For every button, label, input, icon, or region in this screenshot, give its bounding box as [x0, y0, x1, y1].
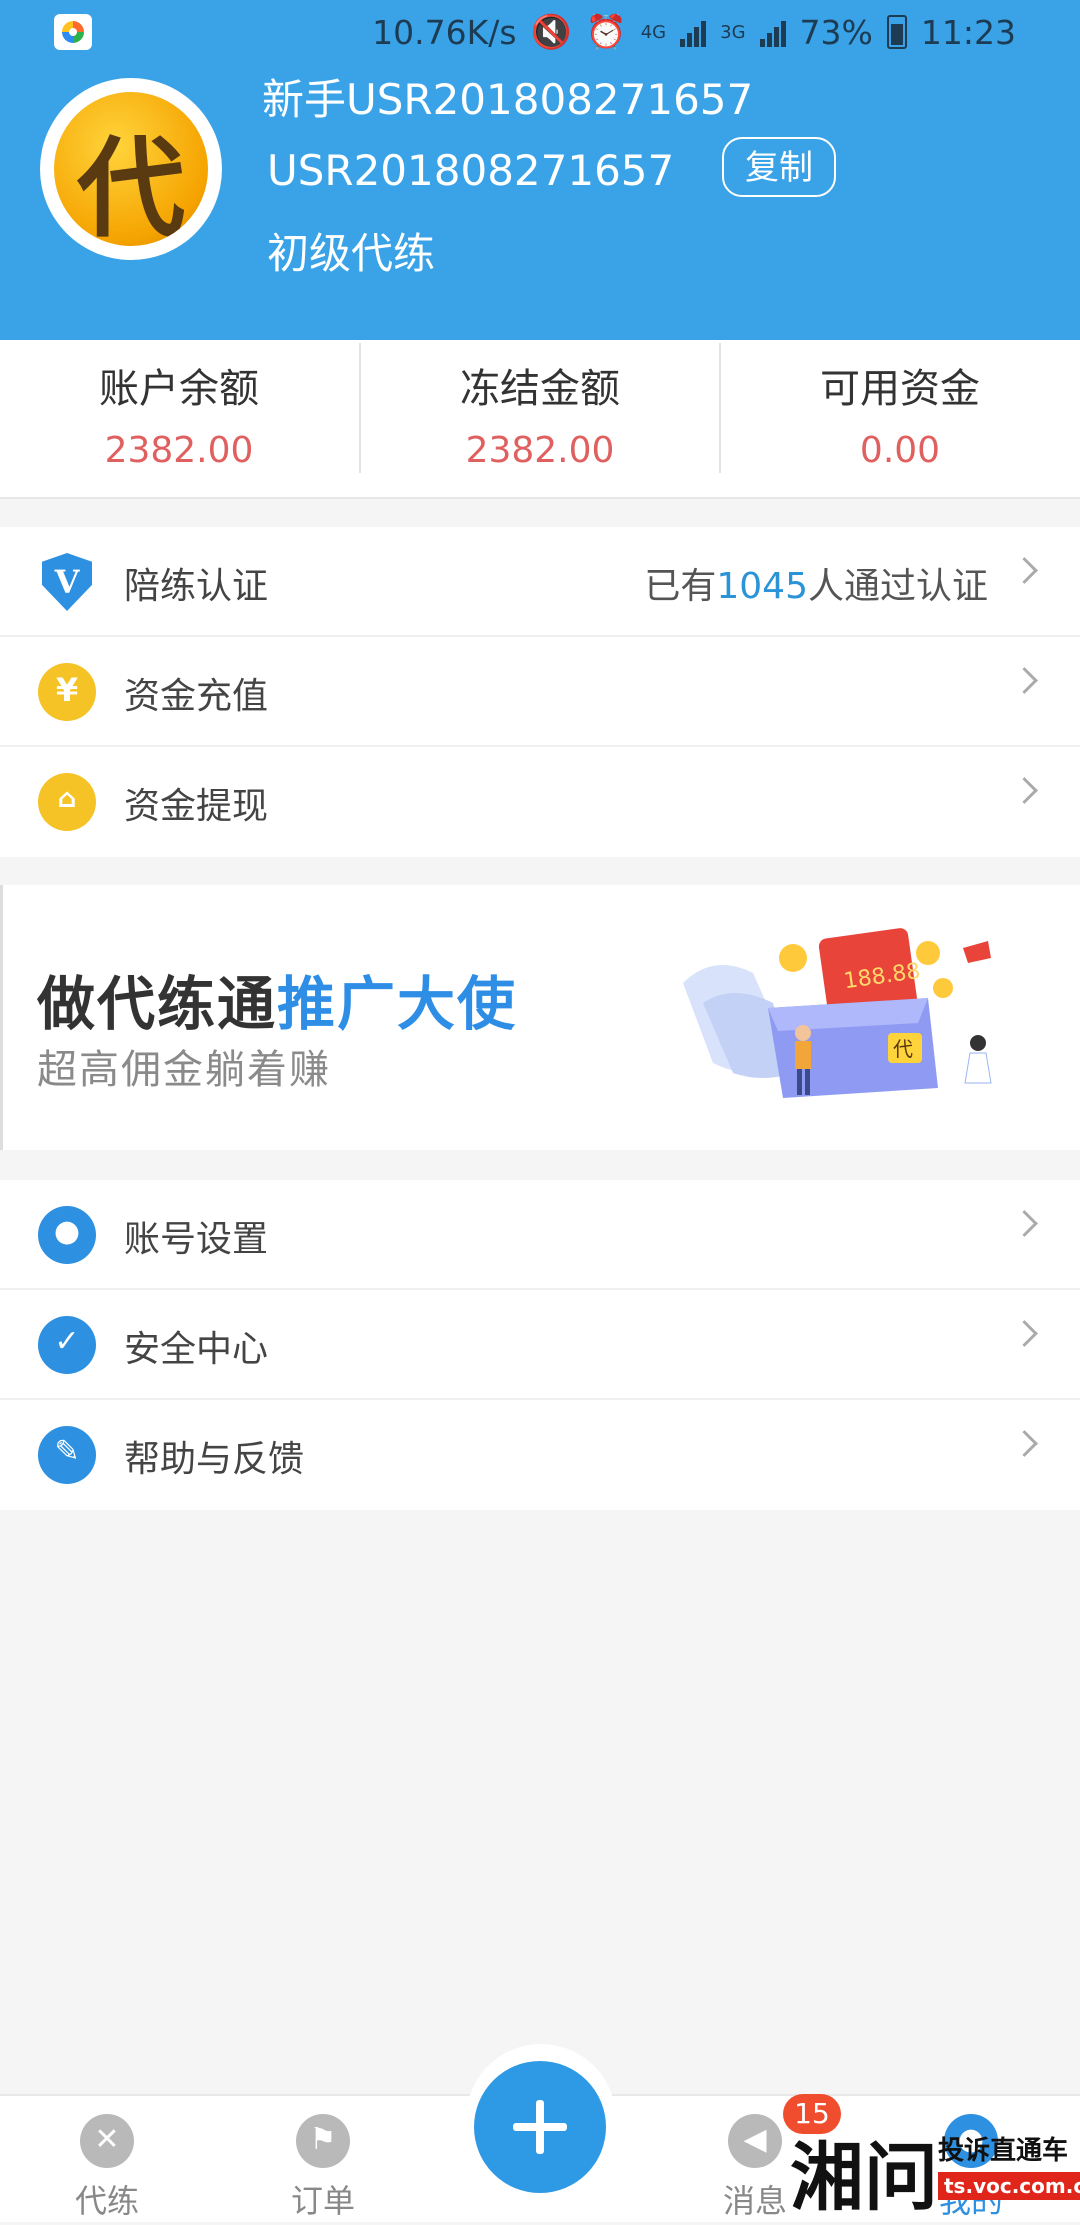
chevron-right-icon — [1011, 667, 1038, 694]
banner-subtitle: 超高佣金躺着赚 — [37, 1047, 331, 1093]
avatar[interactable]: 代 — [40, 78, 222, 260]
nav-tab-label: 代练 — [74, 2182, 139, 2220]
nav-tab-orders[interactable]: ⚑ 订单 — [248, 2096, 398, 2222]
chevron-right-icon — [1011, 777, 1038, 804]
balance-label: 冻结金额 — [460, 366, 620, 412]
yuan-coin-icon: ¥ — [38, 663, 96, 721]
watermark-line2: ts.voc.com.cn — [938, 2172, 1080, 2200]
status-icons: 10.76K/s 🔇 ⏰ 4G 3G 73% 11:23 — [372, 10, 1016, 54]
menu-item-recharge[interactable]: ¥ 资金充值 — [0, 637, 1080, 747]
network-type-2: 3G — [720, 21, 746, 43]
chevron-right-icon — [1011, 1320, 1038, 1347]
menu-item-label: 资金提现 — [124, 786, 269, 827]
user-level: 初级代练 — [267, 229, 436, 278]
watermark-logo: 湘问 投诉直通车 ts.voc.com.cn — [790, 2118, 1080, 2221]
menu-item-security-center[interactable]: ✓ 安全中心 — [0, 1290, 1080, 1400]
account-menu: V 陪练认证 已有1045人通过认证 ¥ 资金充值 ⌂ 资金提现 — [0, 527, 1080, 857]
clock: 11:23 — [920, 12, 1016, 52]
balance-available: 可用资金 0.00 — [721, 340, 1079, 497]
balance-frozen: 冻结金额 2382.00 — [361, 340, 719, 497]
battery-percent: 73% — [799, 12, 873, 52]
menu-item-label: 资金充值 — [124, 676, 269, 717]
avatar-logo-char: 代 — [76, 126, 185, 246]
flag-icon: ⚑ — [296, 2114, 350, 2168]
certified-count-text: 已有1045人通过认证 — [644, 566, 988, 607]
chevron-right-icon — [1011, 557, 1038, 584]
menu-item-help-feedback[interactable]: ✎ 帮助与反馈 — [0, 1400, 1080, 1510]
network-type-1: 4G — [640, 21, 667, 43]
home-yuan-icon: ⌂ — [38, 773, 96, 831]
balance-label: 可用资金 — [820, 366, 980, 412]
menu-item-label: 陪练认证 — [124, 566, 269, 607]
edit-icon: ✎ — [38, 1426, 96, 1484]
avatar-image: 代 — [54, 92, 208, 246]
svg-text:代: 代 — [893, 1037, 913, 1061]
verified-shield-icon: V — [38, 553, 96, 611]
nav-tab-boosting[interactable]: ✕ 代练 — [32, 2096, 182, 2222]
speaker-icon: ◀ — [728, 2114, 782, 2168]
banner-illustration: 188.88 代 — [683, 928, 992, 1098]
user-icon: ● — [38, 1206, 96, 1264]
menu-item-label: 账号设置 — [124, 1219, 269, 1260]
menu-item-trainer-certification[interactable]: V 陪练认证 已有1045人通过认证 — [0, 527, 1080, 637]
mute-icon: 🔇 — [530, 12, 572, 51]
balance-value: 2382.00 — [104, 430, 254, 471]
menu-item-label: 安全中心 — [124, 1329, 269, 1370]
alarm-icon: ⏰ — [585, 12, 627, 51]
shield-check-icon: ✓ — [38, 1316, 96, 1374]
menu-item-withdraw[interactable]: ⌂ 资金提现 — [0, 747, 1080, 857]
balance-label: 账户余额 — [99, 366, 259, 412]
balance-account: 账户余额 2382.00 — [0, 340, 358, 497]
nav-tab-label: 订单 — [290, 2182, 355, 2220]
banner-title: 做代练通推广大使 — [37, 970, 518, 1038]
promo-banner[interactable]: 做代练通推广大使 超高佣金躺着赚 188.88 代 — [0, 885, 1080, 1150]
watermark-line1: 投诉直通车 — [938, 2136, 1069, 2166]
signal-bars-icon — [680, 17, 707, 47]
chevron-right-icon — [1011, 1430, 1038, 1457]
swords-icon: ✕ — [80, 2114, 134, 2168]
certified-count: 1045 — [716, 566, 808, 607]
user-name: 新手USR201808271657 — [262, 75, 754, 124]
copy-id-button[interactable]: 复制 — [722, 137, 836, 197]
chevron-right-icon — [1011, 1210, 1038, 1237]
battery-icon — [886, 15, 907, 49]
profile-header: 10.76K/s 🔇 ⏰ 4G 3G 73% 11:23 代 新手USR2018… — [0, 0, 1080, 340]
settings-menu: ● 账号设置 ✓ 安全中心 ✎ 帮助与反馈 — [0, 1180, 1080, 1510]
status-bar: 10.76K/s 🔇 ⏰ 4G 3G 73% 11:23 — [0, 0, 1080, 64]
signal-bars-icon — [759, 17, 786, 47]
user-id: USR201808271657 — [267, 146, 675, 195]
balance-value: 0.00 — [859, 430, 941, 471]
add-order-button[interactable] — [474, 2061, 606, 2193]
balance-value: 2382.00 — [465, 430, 615, 471]
watermark-big-text: 湘问 — [790, 2135, 938, 2221]
app-notification-icon — [54, 14, 92, 50]
menu-item-label: 帮助与反馈 — [124, 1439, 305, 1480]
network-speed: 10.76K/s — [372, 12, 517, 52]
menu-item-account-settings[interactable]: ● 账号设置 — [0, 1180, 1080, 1290]
balance-summary: 账户余额 2382.00 冻结金额 2382.00 可用资金 0.00 — [0, 340, 1080, 499]
